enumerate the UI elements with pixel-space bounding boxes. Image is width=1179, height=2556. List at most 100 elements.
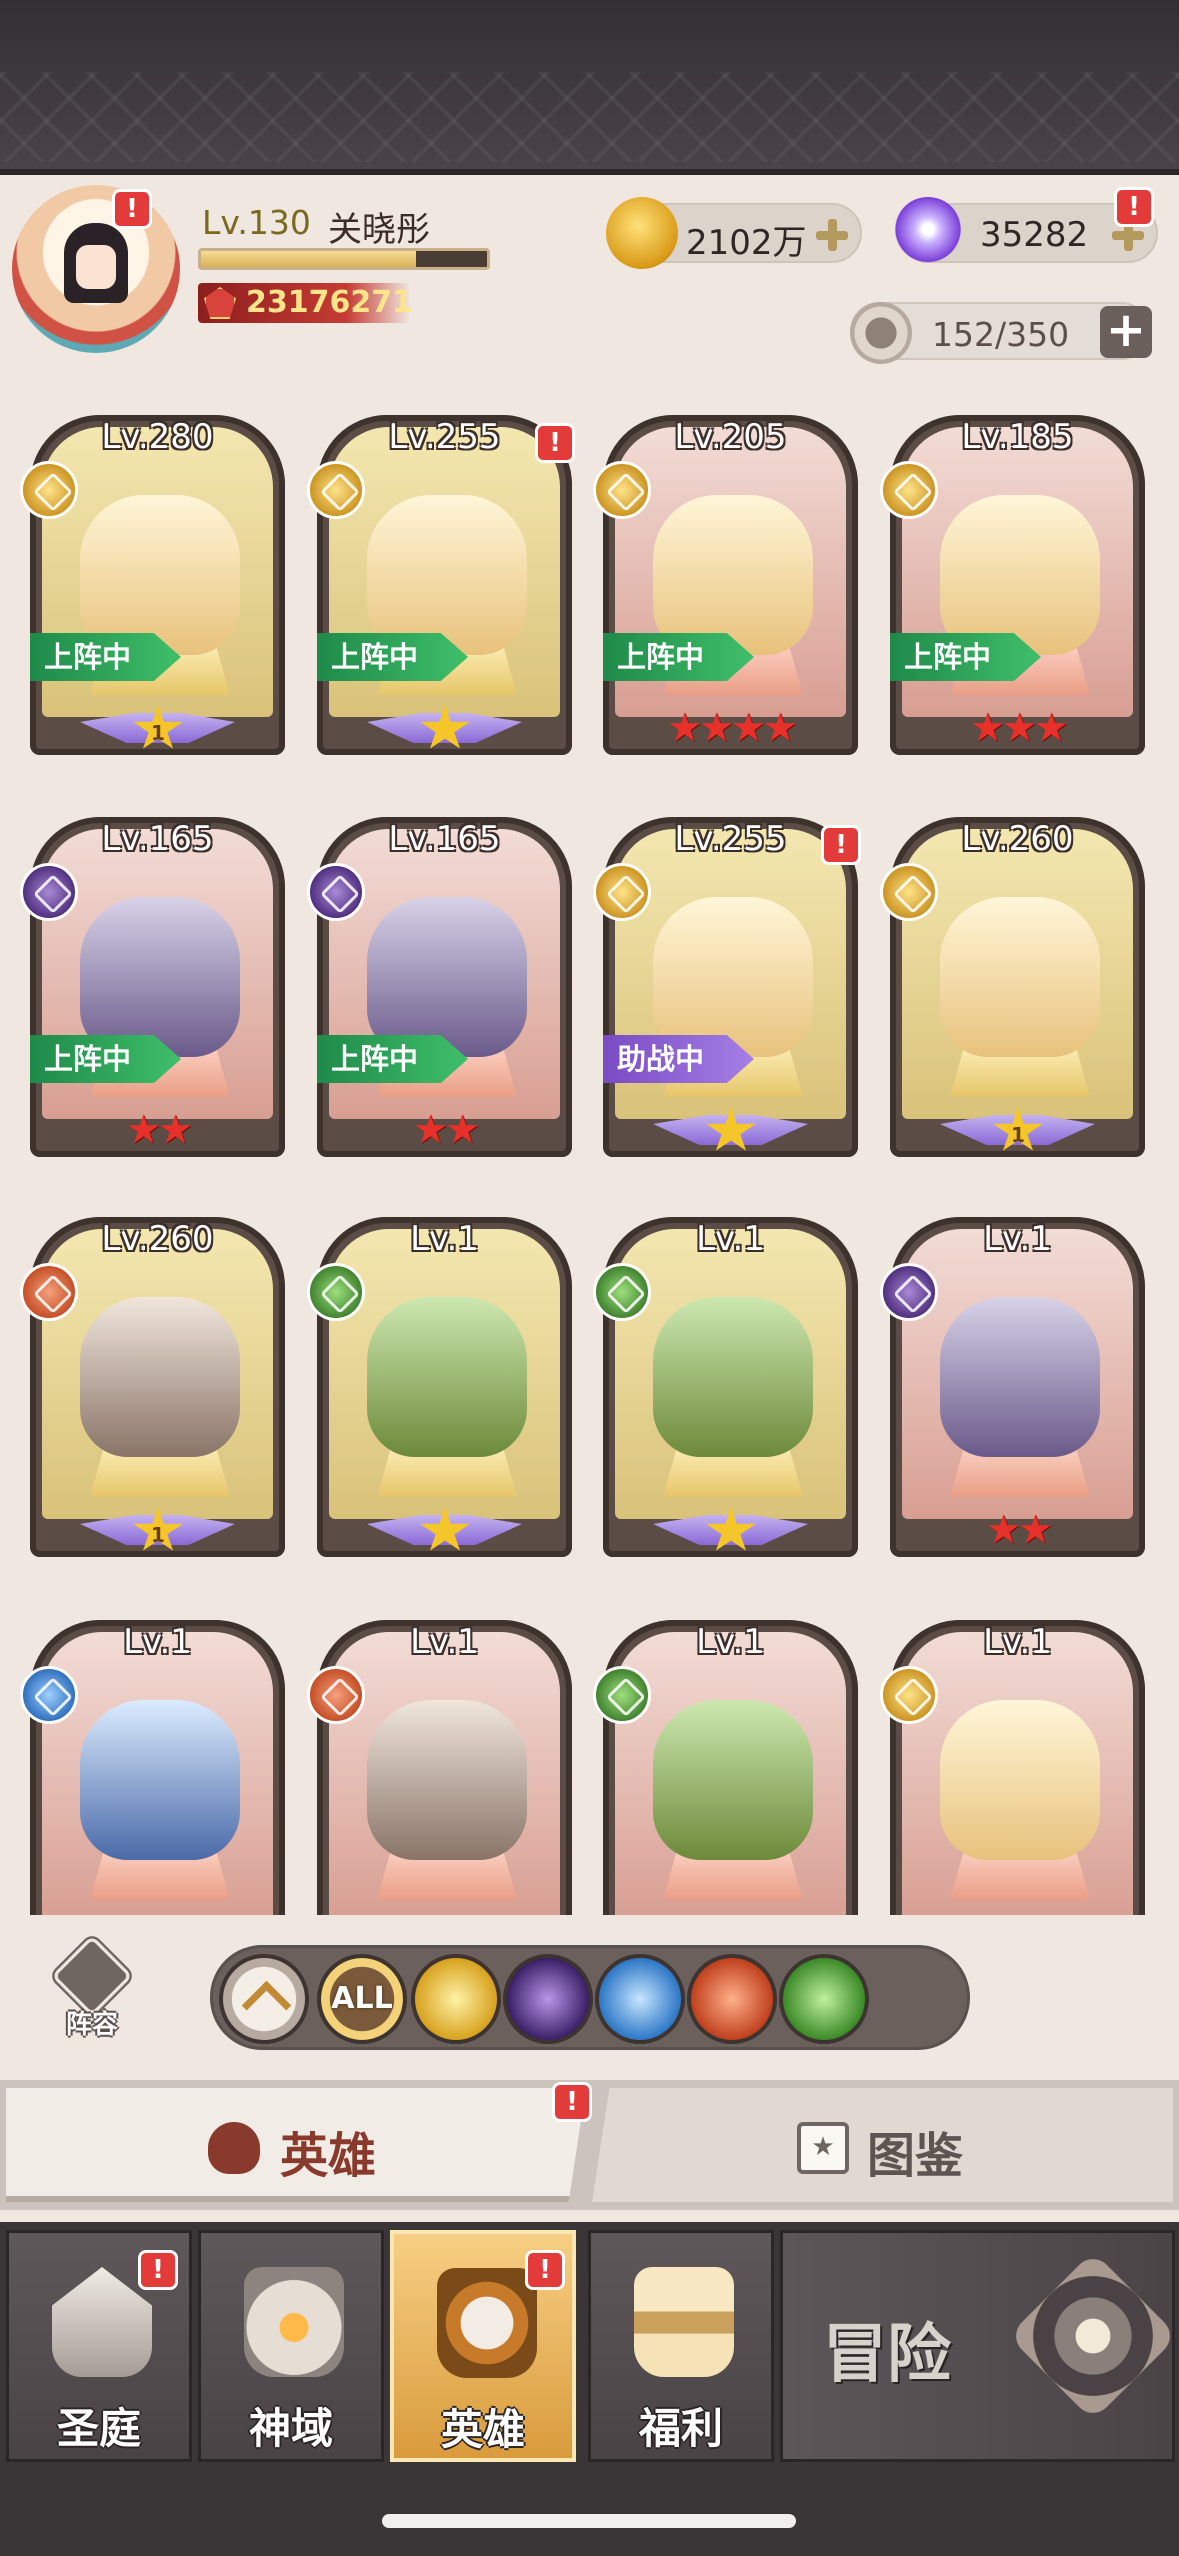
tab-guide-label: 图鉴: [867, 2128, 964, 2184]
hero-card[interactable]: Lv.1 ★★: [880, 1197, 1155, 1567]
hero-portrait: [653, 1700, 813, 1860]
player-avatar[interactable]: [12, 185, 180, 353]
hero-card[interactable]: Lv.1: [593, 1600, 868, 1915]
player-header: ! Lv.130 关晓彤 23176271 2102万 35282 ! 152/…: [0, 175, 1179, 380]
combat-power: 23176271: [198, 283, 413, 323]
beast-faction-icon: [20, 1263, 78, 1321]
combat-power-value: 23176271: [246, 285, 413, 320]
hero-portrait: [367, 897, 527, 1057]
deployed-status-tag: 上阵中: [317, 633, 469, 681]
treasure-chest-icon: [634, 2267, 734, 2377]
filter-beast-faction-icon[interactable]: [687, 1954, 777, 2044]
hero-level: Lv.260: [101, 1219, 214, 1259]
dark-faction-icon: [307, 863, 365, 921]
hero-stars: ★★★★: [666, 705, 798, 751]
filter-holy-faction-icon[interactable]: [595, 1954, 685, 2044]
light-faction-icon: [593, 461, 651, 519]
player-name: 关晓彤: [328, 210, 430, 250]
lineup-button[interactable]: 阵容: [36, 1935, 148, 2040]
tab-guide[interactable]: ★ 图鉴: [592, 2088, 1173, 2202]
compass-icon: [1008, 2251, 1178, 2421]
hero-level: Lv.1: [696, 1219, 765, 1259]
hero-stars: ★★★: [969, 705, 1070, 751]
gold-currency: 2102万: [606, 197, 862, 269]
hero-card[interactable]: Lv.1: [593, 1197, 868, 1567]
filter-light-faction-icon[interactable]: [411, 1954, 501, 2044]
nav-domain-label: 神域: [248, 2404, 333, 2453]
avatar-notify-badge: !: [112, 189, 152, 229]
hero-portrait: [653, 897, 813, 1057]
collapse-filter-button[interactable]: [219, 1954, 309, 2044]
deployed-status-tag: 上阵中: [30, 1035, 182, 1083]
guide-tab-notify-badge: !: [552, 2082, 592, 2122]
tab-hero[interactable]: 英雄: [6, 2088, 586, 2202]
hero-portrait: [940, 1700, 1100, 1860]
light-faction-icon: [880, 863, 938, 921]
nature-faction-icon: [307, 1263, 365, 1321]
nature-faction-icon: [593, 1263, 651, 1321]
hero-card[interactable]: Lv.1: [880, 1600, 1155, 1915]
hero-notify-badge: !: [535, 423, 575, 463]
light-faction-icon: [307, 461, 365, 519]
hero-portrait: [80, 495, 240, 655]
crystal-altar-icon: [244, 2267, 344, 2377]
hero-card[interactable]: Lv.255 上阵中!: [307, 395, 582, 765]
lineup-label: 阵容: [65, 2010, 118, 2040]
exp-bar: [198, 248, 490, 270]
hero-portrait: [367, 1700, 527, 1860]
diamond-value: 35282: [980, 215, 1089, 255]
light-faction-icon: [880, 1666, 938, 1724]
hero-level: Lv.1: [696, 1622, 765, 1662]
light-faction-icon: [20, 461, 78, 519]
hero-card[interactable]: Lv.1: [307, 1197, 582, 1567]
hero-portrait: [653, 495, 813, 655]
hero-card[interactable]: Lv.185 上阵中 ★★★: [880, 395, 1155, 765]
hero-notify-badge: !: [821, 825, 861, 865]
hero-card[interactable]: Lv.260 1: [880, 797, 1155, 1167]
gold-add-button[interactable]: [816, 219, 848, 251]
hero-stars: ★★: [985, 1507, 1054, 1553]
hero-card[interactable]: Lv.1: [20, 1600, 295, 1915]
hero-portrait: [367, 1297, 527, 1457]
hero-level: Lv.280: [101, 417, 214, 457]
nav-hero-notify-badge: !: [525, 2250, 565, 2290]
capacity-icon: [850, 302, 912, 364]
filter-dark-faction-icon[interactable]: [503, 1954, 593, 2044]
castle-icon: [52, 2267, 152, 2377]
hero-level: Lv.1: [983, 1219, 1052, 1259]
diamond-notify-badge: !: [1114, 187, 1154, 227]
filter-nature-faction-icon[interactable]: [779, 1954, 869, 2044]
hero-level: Lv.1: [123, 1622, 192, 1662]
home-indicator: [382, 2514, 796, 2528]
hero-portrait: [80, 897, 240, 1057]
gold-value: 2102万: [686, 223, 807, 263]
hero-card[interactable]: Lv.205 上阵中 ★★★★: [593, 395, 868, 765]
hero-helmet-icon: [208, 2122, 260, 2174]
hero-card[interactable]: Lv.165 上阵中 ★★: [307, 797, 582, 1167]
top-decor-band: [0, 0, 1179, 175]
nav-adventure-label: 冒险: [823, 2318, 951, 2392]
holy-faction-icon: [20, 1666, 78, 1724]
hero-portrait: [940, 897, 1100, 1057]
nav-adventure[interactable]: 冒险: [780, 2230, 1178, 2462]
nav-domain[interactable]: 神域: [198, 2230, 384, 2462]
hero-card[interactable]: Lv.255 助战中!: [593, 797, 868, 1167]
hero-card[interactable]: Lv.280 上阵中 1: [20, 395, 295, 765]
hero-level: Lv.165: [101, 819, 214, 859]
hero-card[interactable]: Lv.260 1: [20, 1197, 295, 1567]
hero-card[interactable]: Lv.165 上阵中 ★★: [20, 797, 295, 1167]
nav-hero-label: 英雄: [440, 2405, 525, 2454]
deployed-status-tag: 上阵中: [317, 1035, 469, 1083]
nav-welfare[interactable]: 福利: [588, 2230, 774, 2462]
filter-row: 阵容 ALL: [0, 1915, 1179, 2055]
capacity-add-button[interactable]: +: [1100, 306, 1152, 358]
nature-faction-icon: [593, 1666, 651, 1724]
tab-hero-label: 英雄: [280, 2128, 377, 2184]
hero-level: Lv.1: [410, 1622, 479, 1662]
hero-portrait: [80, 1700, 240, 1860]
filter-all-button[interactable]: ALL: [317, 1954, 407, 2044]
hero-level: Lv.205: [674, 417, 787, 457]
exp-bar-fill: [201, 251, 416, 267]
hero-portrait: [940, 1297, 1100, 1457]
hero-card[interactable]: Lv.1: [307, 1600, 582, 1915]
